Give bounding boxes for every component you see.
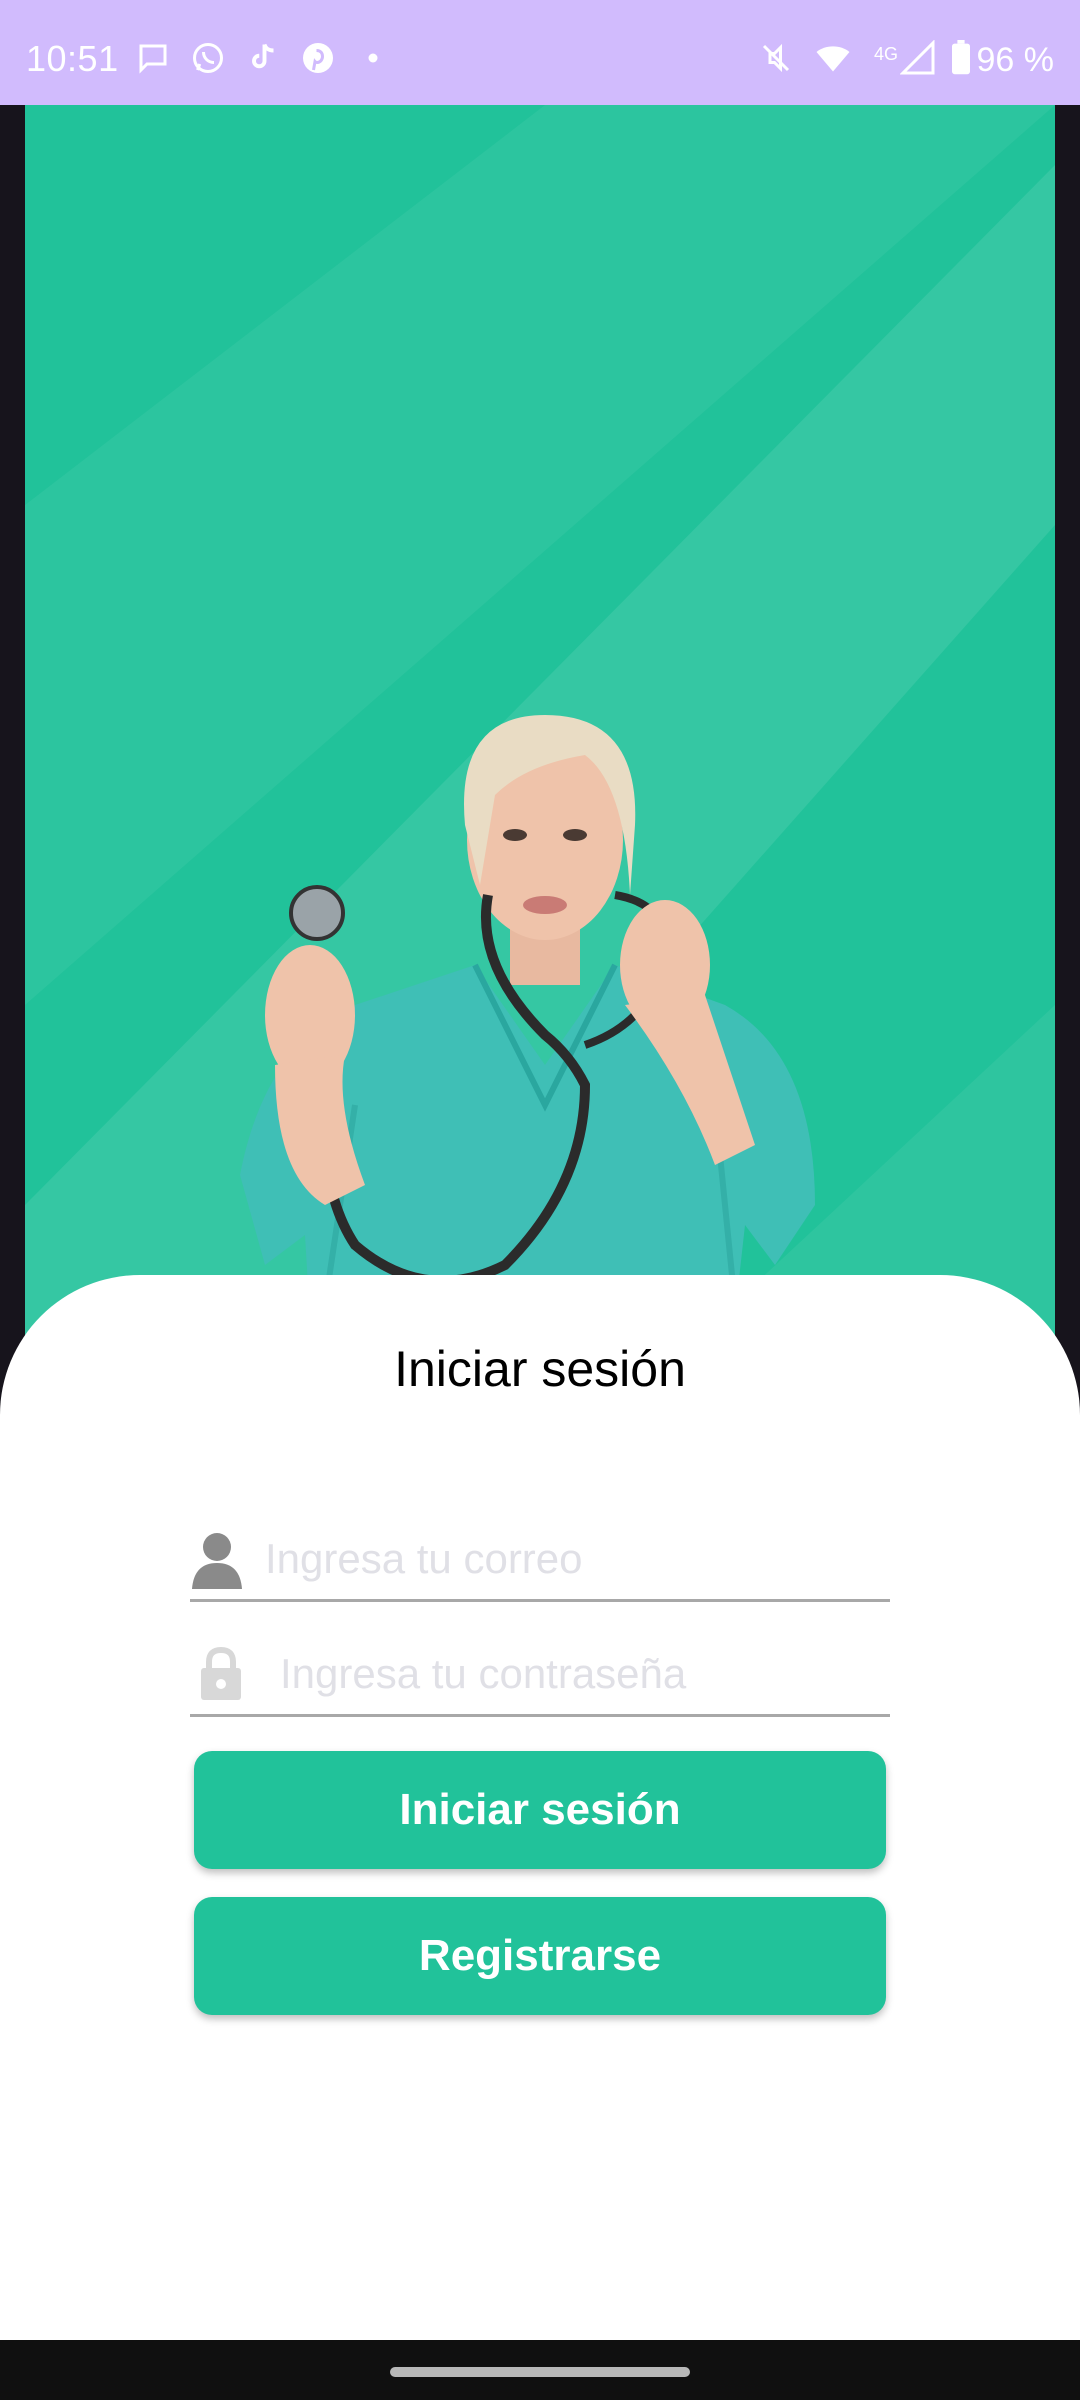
tiktok-icon [245,40,281,76]
password-field [190,1640,890,1717]
pinterest-icon [300,40,336,76]
dot-icon [355,40,391,76]
email-field [190,1525,890,1602]
lock-icon [198,1644,252,1704]
email-input[interactable] [265,1529,865,1589]
mute-icon [758,40,794,76]
hero-image [25,105,1055,1405]
message-icon [135,40,171,76]
battery-percent: 96 % [976,41,1055,79]
user-icon [190,1529,244,1589]
status-bar: 10:51 4G 96 % [0,0,1080,105]
status-time: 10:51 [26,38,119,79]
login-sheet: Iniciar sesión Iniciar sesión Regist [0,1275,1080,2340]
page-title: Iniciar sesión [394,1341,686,1397]
signal-icon [900,40,936,76]
battery-icon [943,40,979,76]
hero-background [25,105,1055,1405]
whatsapp-icon [190,40,226,76]
login-screen: 10:51 4G 96 % Iniciar sesión Ingresa tu … [0,0,1080,2400]
navigation-bar [0,2340,1080,2400]
password-input[interactable] [280,1644,880,1704]
login-button[interactable]: Iniciar sesión [194,1751,886,1869]
register-button[interactable]: Registrarse [194,1897,886,2015]
wifi-icon [815,40,851,76]
home-indicator[interactable] [390,2367,690,2377]
